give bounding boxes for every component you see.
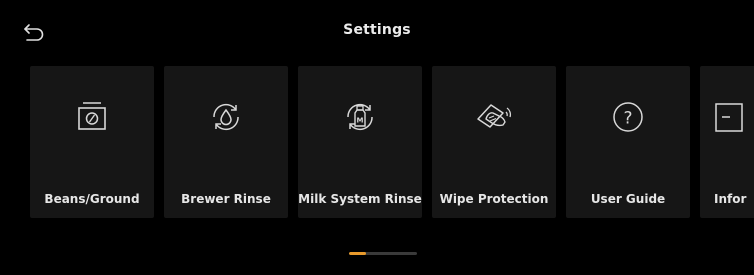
tile-beans-ground[interactable]: Beans/Ground — [30, 66, 154, 218]
tile-label: Beans/Ground — [44, 192, 140, 206]
tile-label: Milk System Rinse — [298, 192, 422, 206]
svg-text:M: M — [357, 117, 364, 125]
tile-user-guide[interactable]: ? User Guide — [566, 66, 690, 218]
tile-label: Brewer Rinse — [181, 192, 271, 206]
page-indicator — [349, 252, 417, 255]
tile-information[interactable]: Infor — [700, 66, 754, 218]
brewer-rinse-icon — [213, 103, 239, 131]
svg-text:?: ? — [623, 109, 632, 129]
tile-milk-system-rinse[interactable]: M Milk System Rinse — [298, 66, 422, 218]
tile-label: Wipe Protection — [439, 192, 549, 206]
tile-label: Infor — [714, 192, 747, 206]
tile-wipe-protection[interactable]: Wipe Protection — [432, 66, 556, 218]
settings-tiles: Beans/Ground Brewer Rinse M Milk System … — [30, 66, 754, 218]
milk-rinse-icon: M — [347, 103, 373, 131]
page-title: Settings — [343, 22, 411, 38]
wipe-protection-icon — [477, 104, 512, 128]
tile-label: User Guide — [590, 192, 666, 206]
user-guide-icon: ? — [613, 102, 643, 132]
bean-container-icon — [78, 102, 106, 130]
tile-brewer-rinse[interactable]: Brewer Rinse — [164, 66, 288, 218]
page-indicator-active — [349, 252, 366, 255]
information-icon — [715, 103, 743, 132]
